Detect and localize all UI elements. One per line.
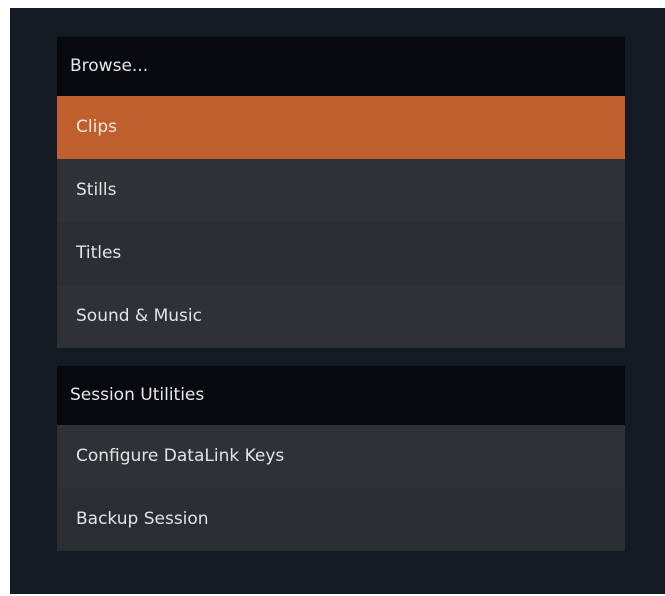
menu-item-clips[interactable]: Clips xyxy=(57,96,625,159)
browse-section: Browse... Clips Stills Titles Sound & Mu… xyxy=(57,37,625,348)
session-utilities-header: Session Utilities xyxy=(57,366,625,425)
menu-item-stills[interactable]: Stills xyxy=(57,159,625,222)
menu-item-sound-music[interactable]: Sound & Music xyxy=(57,285,625,348)
menu-item-titles[interactable]: Titles xyxy=(57,222,625,285)
menu-item-configure-datalink-keys[interactable]: Configure DataLink Keys xyxy=(57,425,625,488)
menu-panel: Browse... Clips Stills Titles Sound & Mu… xyxy=(10,8,665,594)
menu-item-backup-session[interactable]: Backup Session xyxy=(57,488,625,551)
session-utilities-section: Session Utilities Configure DataLink Key… xyxy=(57,366,625,551)
browse-header: Browse... xyxy=(57,37,625,96)
